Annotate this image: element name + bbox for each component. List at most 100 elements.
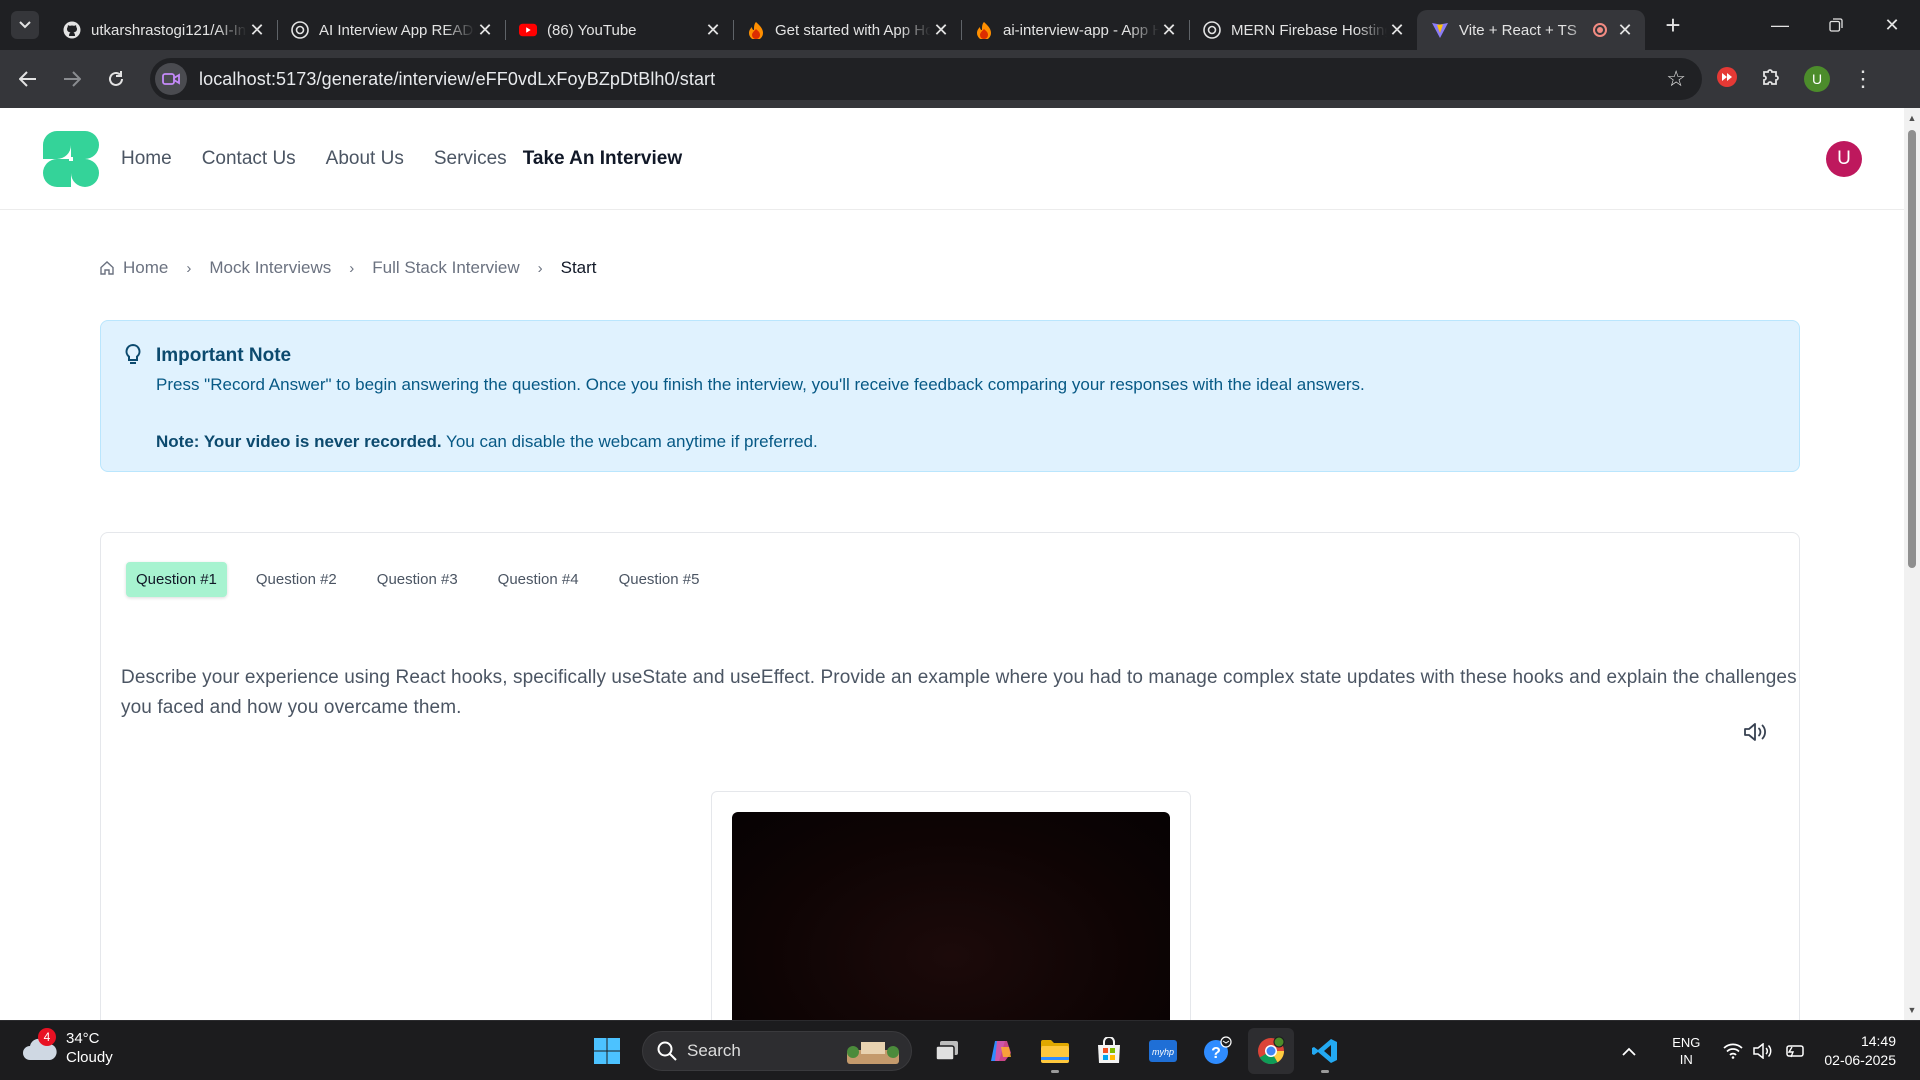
nav-contact-us[interactable]: Contact Us [202, 148, 296, 170]
nav-services[interactable]: Services [434, 148, 507, 170]
windows-taskbar: 4 34°C Cloudy Search myhp ? ENG IN 14:49… [0, 1020, 1920, 1080]
chevron-right-icon: › [537, 259, 543, 277]
close-icon[interactable]: ✕ [931, 20, 951, 40]
browser-tab[interactable]: AI Interview App README ✕ [277, 10, 505, 50]
restore-icon[interactable] [1808, 0, 1864, 50]
windows-start-icon[interactable] [584, 1028, 630, 1074]
tab-question-2[interactable]: Question #2 [246, 562, 347, 597]
reload-icon [109, 71, 123, 86]
taskbar-apps: Search myhp ? [580, 1021, 1352, 1080]
browser-toolbar: localhost:5173/generate/interview/eFF0vd… [0, 50, 1920, 108]
scroll-up-arrow-icon[interactable]: ▲ [1904, 110, 1920, 126]
note-privacy-text: Note: Your video is never recorded. You … [156, 432, 818, 452]
browser-tab[interactable]: ai-interview-app - App Hosting ✕ [961, 10, 1189, 50]
battery-icon[interactable] [1783, 1043, 1805, 1059]
language-indicator[interactable]: ENG IN [1672, 1034, 1700, 1068]
address-bar[interactable]: localhost:5173/generate/interview/eFF0vd… [150, 58, 1702, 100]
task-view-icon[interactable] [924, 1028, 970, 1074]
clock-date: 02-06-2025 [1824, 1052, 1896, 1068]
speaker-icon[interactable] [1743, 721, 1769, 748]
wifi-icon[interactable] [1723, 1043, 1743, 1059]
svg-text:myhp: myhp [1152, 1047, 1174, 1057]
scroll-down-arrow-icon[interactable]: ▼ [1904, 1002, 1920, 1018]
bookmark-star-icon[interactable]: ☆ [1666, 67, 1686, 91]
arrow-left-icon [19, 71, 36, 87]
close-icon[interactable]: ✕ [703, 20, 723, 40]
site-header: Home Contact Us About Us Services Take A… [0, 108, 1904, 210]
nav-take-an-interview[interactable]: Take An Interview [523, 148, 682, 170]
svg-text:?: ? [1211, 1045, 1221, 1062]
breadcrumb: Home › Mock Interviews › Full Stack Inte… [100, 258, 597, 278]
copilot-icon[interactable] [978, 1028, 1024, 1074]
new-tab-button[interactable]: + [1657, 10, 1689, 41]
lightbulb-icon [123, 343, 143, 372]
site-logo-icon[interactable] [42, 130, 100, 188]
weather-widget[interactable]: 4 34°C Cloudy [20, 1028, 113, 1067]
weather-temp: 34°C [66, 1030, 100, 1047]
taskbar-search[interactable]: Search [642, 1031, 912, 1071]
tab-question-4[interactable]: Question #4 [488, 562, 589, 597]
note-bold-text: Note: Your video is never recorded. [156, 432, 442, 451]
browser-tab[interactable]: MERN Firebase Hosting ✕ [1189, 10, 1417, 50]
home-icon [100, 261, 114, 275]
question-tabs: Question #1 Question #2 Question #3 Ques… [126, 562, 729, 597]
close-icon[interactable]: ✕ [247, 20, 267, 40]
chevron-down-icon [19, 21, 31, 29]
forward-button[interactable] [50, 57, 94, 101]
breadcrumb-full-stack-interview[interactable]: Full Stack Interview [372, 258, 519, 278]
volume-icon[interactable] [1753, 1043, 1773, 1059]
close-icon[interactable]: ✕ [1615, 20, 1635, 40]
browser-tab[interactable]: Get started with App Hosting ✕ [733, 10, 961, 50]
minimize-icon[interactable]: — [1752, 0, 1808, 50]
firebase-icon [975, 21, 993, 39]
tab-title: utkarshrastogi121/AI-Interview [91, 21, 247, 39]
browser-tab-active[interactable]: Vite + React + TS ✕ [1417, 10, 1645, 50]
vscode-icon[interactable] [1302, 1028, 1348, 1074]
tab-question-5[interactable]: Question #5 [609, 562, 710, 597]
myhp-icon[interactable]: myhp [1140, 1028, 1186, 1074]
close-window-icon[interactable]: ✕ [1864, 0, 1920, 50]
nav-about-us[interactable]: About Us [326, 148, 404, 170]
chevron-right-icon: › [349, 259, 355, 277]
main-nav: Home Contact Us About Us Services Take A… [121, 148, 712, 170]
chrome-icon[interactable] [1248, 1028, 1294, 1074]
scrollbar-thumb[interactable] [1908, 130, 1916, 568]
breadcrumb-home[interactable]: Home [123, 258, 168, 278]
question-text: Describe your experience using React hoo… [121, 667, 1797, 718]
close-icon[interactable]: ✕ [475, 20, 495, 40]
help-icon[interactable]: ? [1194, 1028, 1240, 1074]
page-scrollbar[interactable]: ▲ ▼ [1904, 108, 1920, 1020]
user-avatar[interactable]: U [1826, 141, 1862, 177]
extensions-puzzle-icon[interactable] [1760, 66, 1782, 93]
close-icon[interactable]: ✕ [1387, 20, 1407, 40]
tab-title: ai-interview-app - App Hosting [1003, 21, 1159, 39]
webcam-container [711, 791, 1191, 1020]
search-icon [657, 1041, 677, 1061]
clock[interactable]: 14:49 02-06-2025 [1824, 1032, 1896, 1070]
profile-avatar[interactable]: U [1804, 66, 1830, 92]
show-hidden-icons-icon[interactable] [1622, 1043, 1636, 1059]
vite-icon [1431, 21, 1449, 39]
weather-badge: 4 [38, 1028, 56, 1046]
tab-question-1[interactable]: Question #1 [126, 562, 227, 597]
file-explorer-icon[interactable] [1032, 1028, 1078, 1074]
tab-question-3[interactable]: Question #3 [367, 562, 468, 597]
chevron-right-icon: › [186, 259, 192, 277]
chatgpt-icon [1203, 21, 1221, 39]
reload-button[interactable] [94, 57, 138, 101]
arrow-right-icon [64, 71, 81, 87]
weather-condition: Cloudy [66, 1049, 113, 1066]
camera-in-use-icon[interactable] [155, 63, 187, 95]
browser-tab[interactable]: utkarshrastogi121/AI-Interview ✕ [49, 10, 277, 50]
tab-search-button[interactable] [11, 11, 39, 39]
breadcrumb-current: Start [560, 258, 597, 277]
tab-title: AI Interview App README [319, 21, 475, 39]
browser-tab[interactable]: (86) YouTube ✕ [505, 10, 733, 50]
breadcrumb-mock-interviews[interactable]: Mock Interviews [209, 258, 331, 278]
more-menu-icon[interactable]: ⋮ [1852, 66, 1874, 92]
back-button[interactable] [6, 57, 50, 101]
microsoft-store-icon[interactable] [1086, 1028, 1132, 1074]
nav-home[interactable]: Home [121, 148, 172, 170]
extension-icon[interactable] [1716, 66, 1738, 93]
close-icon[interactable]: ✕ [1159, 20, 1179, 40]
